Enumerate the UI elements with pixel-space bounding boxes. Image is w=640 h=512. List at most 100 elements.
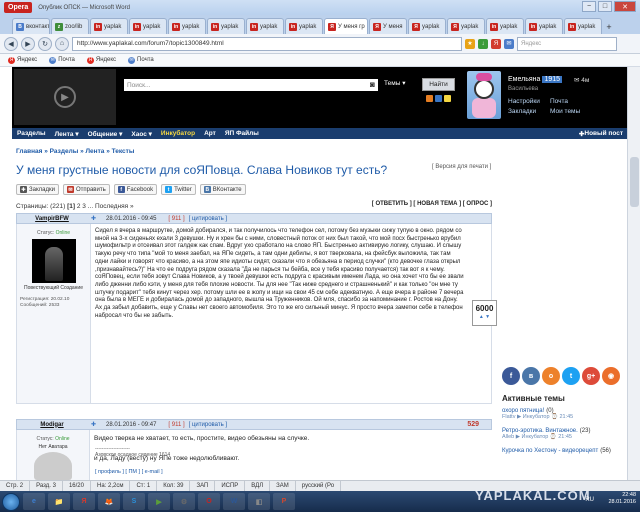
- active-topic-item[interactable]: охоро пятница! (0) Flattv ▶ Инкубатор ⌚ 21…: [502, 408, 625, 420]
- reload-icon[interactable]: ↻: [38, 36, 52, 51]
- play-icon[interactable]: ▶: [54, 86, 76, 108]
- browser-tab[interactable]: in yaplak: [168, 18, 206, 34]
- my-topics-link[interactable]: Мои темы: [550, 108, 600, 115]
- taskbar-app-icon[interactable]: 🦊: [98, 493, 120, 510]
- page-links[interactable]: 2 3 ... Последняя »: [77, 203, 134, 210]
- download-icon[interactable]: ↓: [478, 38, 488, 49]
- nav-item[interactable]: Общение ▾: [88, 130, 123, 138]
- url-input[interactable]: http://www.yaplakal.com/forum7/topic1300…: [72, 36, 462, 51]
- bookmark-star-icon[interactable]: ★: [465, 38, 475, 49]
- browser-tab[interactable]: z zoo/lib: [51, 18, 89, 34]
- search-input[interactable]: Яндекс: [517, 36, 617, 51]
- status-ovr[interactable]: ЗАМ: [270, 480, 296, 492]
- post-author[interactable]: Modigar: [17, 422, 87, 428]
- post-footer-links[interactable]: [ профиль ] [ ПМ ] [ e-mail ]: [95, 469, 163, 475]
- taskbar-app-icon[interactable]: S: [123, 493, 145, 510]
- social-icon[interactable]: t: [562, 367, 580, 385]
- themes-dropdown[interactable]: Темы ▾: [384, 79, 405, 87]
- share-button[interactable]: В ВКонтакте: [199, 184, 246, 195]
- social-icon[interactable]: о: [542, 367, 560, 385]
- status-track[interactable]: ИСПР: [215, 480, 246, 492]
- bookmark-mail[interactable]: ✉ Почта: [49, 56, 75, 64]
- minimize-button[interactable]: −: [582, 1, 596, 12]
- scroll-thumb[interactable]: [630, 157, 639, 207]
- nav-item[interactable]: Разделы: [17, 130, 46, 137]
- bookmarks-link[interactable]: Закладки: [508, 108, 550, 115]
- share-button[interactable]: f Facebook: [113, 184, 158, 195]
- bookmark-yandex[interactable]: Я Яндекс: [8, 56, 37, 64]
- browser-tab[interactable]: in yaplak: [90, 18, 128, 34]
- nav-item[interactable]: ЯП Файлы: [225, 130, 259, 137]
- social-icon[interactable]: f: [502, 367, 520, 385]
- taskbar-app-icon[interactable]: P: [273, 493, 295, 510]
- taskbar-app-icon[interactable]: ▶: [148, 493, 170, 510]
- nav-item[interactable]: Инкубатор: [161, 130, 195, 137]
- nav-item[interactable]: Арт: [204, 130, 216, 137]
- taskbar-app-icon[interactable]: 📁: [48, 493, 70, 510]
- keyboard-language[interactable]: RU: [585, 497, 594, 503]
- avatar[interactable]: [31, 239, 76, 283]
- mail-link[interactable]: Почта: [550, 98, 600, 105]
- taskbar-app-icon[interactable]: O: [198, 493, 220, 510]
- start-button[interactable]: [2, 492, 20, 511]
- share-button[interactable]: t Twitter: [161, 184, 196, 195]
- user-name[interactable]: Емельяна 1915: [508, 76, 563, 83]
- avatar[interactable]: [34, 452, 72, 480]
- new-tab-plus-icon[interactable]: +: [603, 20, 615, 34]
- site-search-input[interactable]: Поиск...: [124, 79, 378, 91]
- topic-actions[interactable]: [ ОТВЕТИТЬ ] [ НОВАЯ ТЕМА ] [ ОПРОС ]: [372, 201, 492, 207]
- browser-tab[interactable]: Яyaplak: [447, 18, 485, 34]
- bookmark-yandex-2[interactable]: Я Яндекс: [86, 56, 116, 64]
- breadcrumb[interactable]: Главная » Разделы » Лента » Тексты: [16, 148, 134, 155]
- taskbar-app-icon[interactable]: e: [23, 493, 45, 510]
- social-icon[interactable]: в: [522, 367, 540, 385]
- taskbar-app-icon[interactable]: Я: [73, 493, 95, 510]
- browser-tab[interactable]: in yaplak: [129, 18, 167, 34]
- share-button[interactable]: ✉ Отправить: [62, 184, 110, 195]
- nav-item[interactable]: Хаос ▾: [131, 130, 152, 138]
- camera-icon[interactable]: ◙: [370, 80, 375, 89]
- browser-tab[interactable]: ЯУ меня гр: [324, 18, 368, 34]
- yandex-icon[interactable]: Я: [491, 38, 501, 49]
- status-rec[interactable]: ЗАП: [190, 480, 216, 492]
- taskbar-app-icon[interactable]: W: [223, 493, 245, 510]
- post-link-icon[interactable]: ✚: [91, 215, 96, 222]
- share-button[interactable]: ✚ Закладки: [16, 184, 59, 195]
- post-number[interactable]: [ 911 ]: [168, 216, 184, 222]
- social-icon[interactable]: ◉: [602, 367, 620, 385]
- opera-menu-button[interactable]: Opera: [4, 2, 33, 13]
- print-version-link[interactable]: [ Версия для печати ]: [432, 164, 491, 170]
- mail-icon[interactable]: [435, 95, 442, 102]
- active-topic-item[interactable]: Ретро-эротика. Винтажное. (23) Alleb ▶ Инк…: [502, 428, 625, 440]
- rss-icon[interactable]: [426, 95, 433, 102]
- browser-tab[interactable]: Ввконтакте: [12, 18, 50, 34]
- nav-item[interactable]: Лента ▾: [55, 130, 79, 138]
- home-icon[interactable]: ⌂: [55, 36, 69, 51]
- browser-tab[interactable]: ЯУ меня: [369, 18, 407, 34]
- find-button[interactable]: Найти: [422, 78, 455, 91]
- quote-link[interactable]: [ цитировать ]: [189, 216, 227, 222]
- taskbar-app-icon[interactable]: ◧: [248, 493, 270, 510]
- taskbar-app-icon[interactable]: ⚙: [173, 493, 195, 510]
- video-banner[interactable]: ▶: [14, 69, 116, 125]
- browser-tab[interactable]: in yaplak: [486, 18, 524, 34]
- system-clock[interactable]: 22:48 28.01.2016: [608, 492, 636, 506]
- browser-tab[interactable]: in yaplak: [525, 18, 563, 34]
- new-post-button[interactable]: ✚ Новый пост: [579, 128, 623, 139]
- mail-icon[interactable]: ✉: [504, 38, 514, 49]
- maximize-button[interactable]: □: [598, 1, 612, 12]
- post-author[interactable]: VampirBFW: [17, 216, 87, 222]
- vertical-scrollbar[interactable]: [627, 67, 640, 480]
- active-topic-item[interactable]: Курочка по Хестону - видеорецепт (56): [502, 448, 625, 454]
- back-icon[interactable]: ◀: [4, 36, 18, 51]
- bookmark-mail-2[interactable]: ✉ Почта: [128, 56, 154, 64]
- settings-link[interactable]: Настройки: [508, 98, 550, 105]
- messages-indicator[interactable]: ✉ 4м: [574, 76, 589, 84]
- quote-link[interactable]: [ цитировать ]: [189, 422, 227, 428]
- close-button[interactable]: ✕: [614, 1, 636, 12]
- forward-icon[interactable]: ▶: [21, 36, 35, 51]
- social-icon[interactable]: g+: [582, 367, 600, 385]
- browser-tab[interactable]: in yaplak: [285, 18, 323, 34]
- vote-arrows-icon[interactable]: ▲ ▼: [479, 314, 490, 320]
- browser-tab[interactable]: in yaplak: [207, 18, 245, 34]
